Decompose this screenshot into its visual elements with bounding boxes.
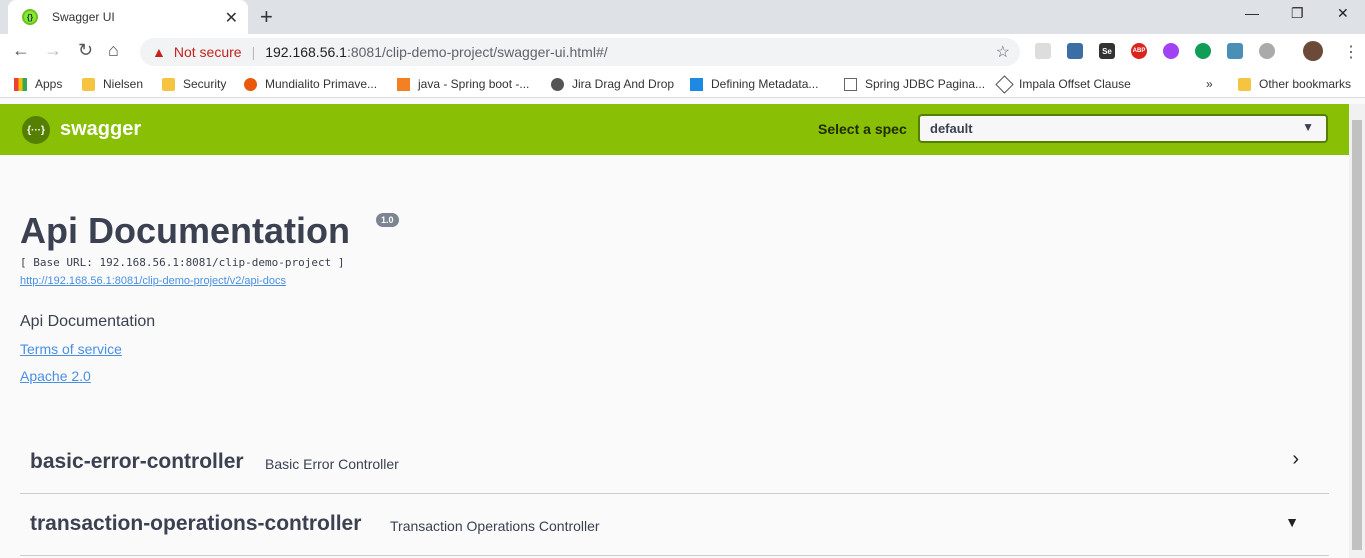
bookmark-label: Apps xyxy=(35,77,63,91)
adblock-extension-icon[interactable]: ABP xyxy=(1131,43,1147,59)
version-badge: 1.0 xyxy=(376,213,399,227)
bookmark-other[interactable]: Other bookmarks xyxy=(1238,77,1351,91)
reload-icon[interactable]: ↻ xyxy=(78,40,93,61)
controller-name: transaction-operations-controller xyxy=(30,512,362,535)
base-url: [ Base URL: 192.168.56.1:8081/clip-demo-… xyxy=(20,256,345,269)
separator: | xyxy=(251,44,256,60)
scrollbar-thumb[interactable] xyxy=(1352,120,1362,550)
forward-icon[interactable]: → xyxy=(44,40,62,61)
controller-description: Basic Error Controller xyxy=(265,456,399,472)
bookmark-star-icon[interactable]: ☆ xyxy=(996,42,1010,62)
bookmark-label: Jira Drag And Drop xyxy=(572,77,675,91)
bookmarks-bar: Apps Nielsen Security Mundialito Primave… xyxy=(0,70,1365,98)
security-label[interactable]: Not secure xyxy=(174,44,242,60)
swagger-topbar: {···} swagger Select a spec default ▼ xyxy=(0,104,1349,155)
bookmark-nielsen[interactable]: Nielsen xyxy=(82,77,143,91)
tab-title: Swagger UI xyxy=(52,10,115,24)
page-icon xyxy=(844,77,857,91)
home-icon[interactable]: ⌂ xyxy=(108,40,119,61)
bookmark-label: Nielsen xyxy=(103,77,144,91)
menu-icon[interactable]: ⋮ xyxy=(1343,42,1359,62)
controller-basic-error[interactable]: basic-error-controller Basic Error Contr… xyxy=(20,432,1329,494)
eyedropper-extension-icon[interactable] xyxy=(1067,43,1083,59)
bookmark-label: Spring JDBC Pagina... xyxy=(865,77,986,91)
bookmark-label: Other bookmarks xyxy=(1259,77,1352,91)
back-icon[interactable]: ← xyxy=(12,40,30,61)
warning-icon: ▲ xyxy=(152,44,166,60)
metadata-icon xyxy=(690,77,703,91)
globe-icon xyxy=(551,77,564,91)
folder-icon xyxy=(1238,77,1251,91)
controller-description: Transaction Operations Controller xyxy=(390,518,600,534)
bookmark-defining-metadata[interactable]: Defining Metadata... xyxy=(690,77,818,91)
selected-spec: default xyxy=(930,121,973,136)
browser-tab-bar: {} Swagger UI ✕ + — ❐ ✕ xyxy=(0,0,1365,34)
bookmark-label: Defining Metadata... xyxy=(711,77,819,91)
controller-transaction-operations[interactable]: transaction-operations-controller Transa… xyxy=(20,494,1329,556)
restore-icon[interactable]: ❐ xyxy=(1291,5,1304,22)
swagger-brand[interactable]: swagger xyxy=(60,118,141,141)
help-extension-icon[interactable] xyxy=(1259,43,1275,59)
close-tab-icon[interactable]: ✕ xyxy=(225,8,238,28)
selenium-extension-icon[interactable]: Se xyxy=(1099,43,1115,59)
close-window-icon[interactable]: ✕ xyxy=(1337,5,1349,22)
mail-extension-icon[interactable] xyxy=(1035,43,1051,59)
new-tab-icon[interactable]: + xyxy=(260,4,273,30)
stackoverflow-icon xyxy=(397,77,410,91)
api-title: Api Documentation xyxy=(20,210,350,251)
more-bookmarks-icon[interactable]: » xyxy=(1206,77,1213,91)
bookmark-java-spring[interactable]: java - Spring boot -... xyxy=(397,77,529,91)
impala-icon xyxy=(995,74,1014,94)
browser-toolbar: ← → ↻ ⌂ ▲ Not secure | 192.168.56.1:8081… xyxy=(0,34,1365,70)
spec-select[interactable]: default ▼ xyxy=(918,114,1328,143)
bookmark-impala-offset[interactable]: Impala Offset Clause xyxy=(995,74,1131,94)
api-docs-link[interactable]: http://192.168.56.1:8081/clip-demo-proje… xyxy=(20,275,286,287)
swagger-main: Api Documentation 1.0 [ Base URL: 192.16… xyxy=(0,155,1349,558)
url-host: 192.168.56.1 xyxy=(265,44,347,60)
chevron-down-icon: ▼ xyxy=(1302,120,1314,134)
chevron-down-icon[interactable]: ▼ xyxy=(1285,514,1299,530)
apps-grid-icon xyxy=(14,77,27,91)
bookmark-mundialito[interactable]: Mundialito Primave... xyxy=(244,77,377,91)
hangouts-extension-icon[interactable] xyxy=(1195,43,1211,59)
folder-icon xyxy=(162,77,175,91)
select-spec-label: Select a spec xyxy=(818,121,907,137)
license-link[interactable]: Apache 2.0 xyxy=(20,368,91,384)
swagger-favicon-icon: {} xyxy=(22,9,38,25)
controller-name: basic-error-controller xyxy=(30,450,244,473)
mundialito-icon xyxy=(244,77,257,91)
bookmark-apps[interactable]: Apps xyxy=(14,77,62,91)
bookmark-security[interactable]: Security xyxy=(162,77,226,91)
grid-extension-icon[interactable] xyxy=(1227,43,1243,59)
bookmark-label: Mundialito Primave... xyxy=(265,77,378,91)
url-path: :8081/clip-demo-project/swagger-ui.html#… xyxy=(346,44,608,60)
api-description: Api Documentation xyxy=(20,313,156,330)
browser-tab[interactable]: {} Swagger UI ✕ xyxy=(8,0,248,34)
profile-avatar[interactable] xyxy=(1303,41,1323,61)
bookmark-jira-drag[interactable]: Jira Drag And Drop xyxy=(551,77,674,91)
terms-of-service-link[interactable]: Terms of service xyxy=(20,341,122,357)
purple-extension-icon[interactable] xyxy=(1163,43,1179,59)
folder-icon xyxy=(82,77,95,91)
minimize-icon[interactable]: — xyxy=(1245,5,1259,21)
bookmark-label: java - Spring boot -... xyxy=(418,77,530,91)
chevron-right-icon[interactable]: › xyxy=(1292,448,1299,471)
address-bar[interactable]: ▲ Not secure | 192.168.56.1:8081/clip-de… xyxy=(140,38,1020,66)
bookmark-spring-jdbc[interactable]: Spring JDBC Pagina... xyxy=(844,77,985,91)
swagger-logo-icon[interactable]: {···} xyxy=(22,116,50,144)
scrollbar[interactable] xyxy=(1349,104,1365,558)
bookmark-label: Security xyxy=(183,77,227,91)
bookmark-label: Impala Offset Clause xyxy=(1019,77,1131,91)
